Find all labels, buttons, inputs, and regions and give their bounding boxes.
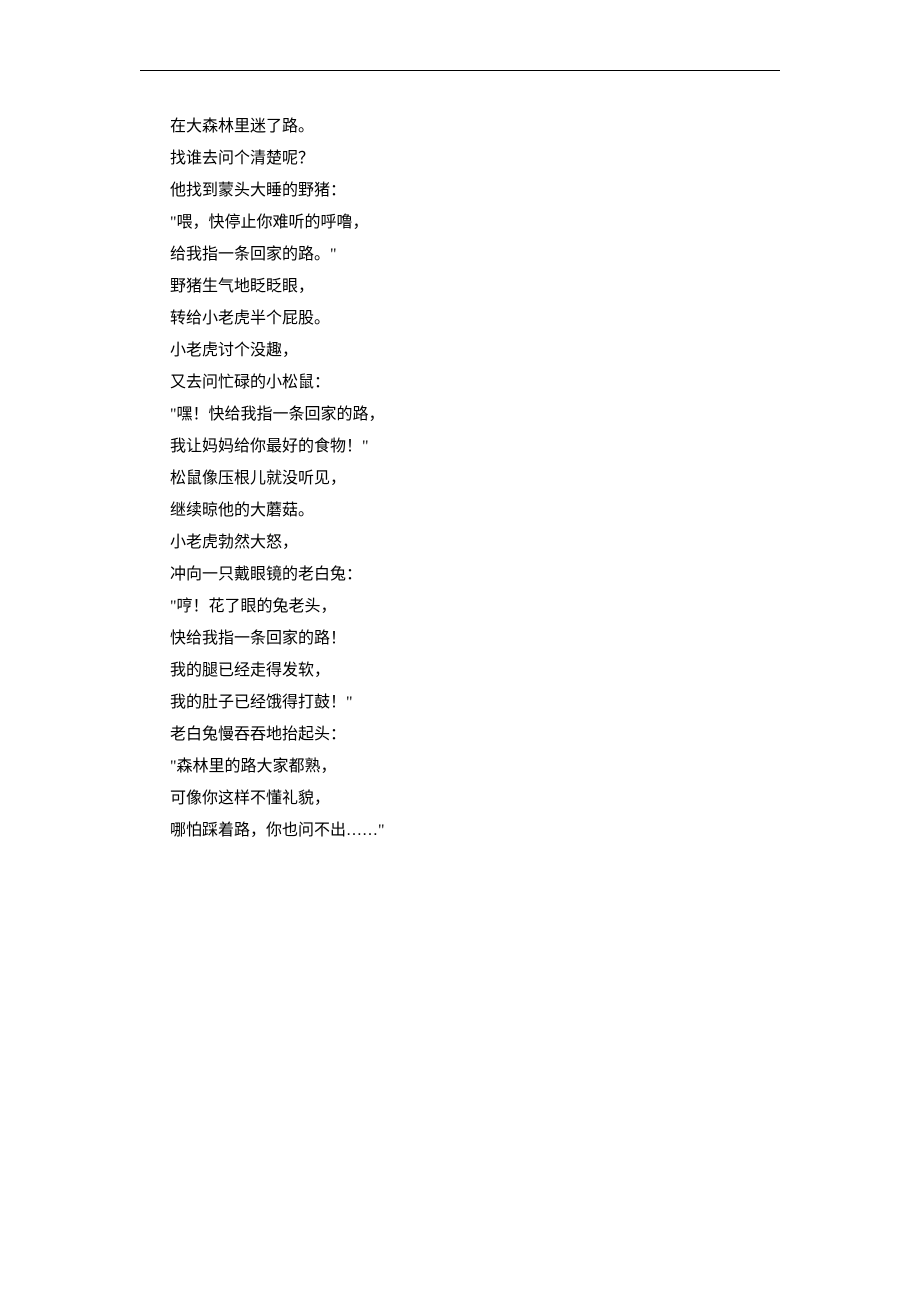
poem-line: 小老虎讨个没趣， (170, 335, 780, 367)
poem-line: 找谁去问个清楚呢？ (170, 143, 780, 175)
poem-line: 我的肚子已经饿得打鼓！" (170, 687, 780, 719)
poem-line: "森林里的路大家都熟， (170, 751, 780, 783)
header-divider (140, 70, 780, 71)
poem-line: 冲向一只戴眼镜的老白兔： (170, 559, 780, 591)
poem-line: 转给小老虎半个屁股。 (170, 303, 780, 335)
poem-line: "嘿！快给我指一条回家的路， (170, 399, 780, 431)
poem-line: 小老虎勃然大怒， (170, 527, 780, 559)
poem-line: 又去问忙碌的小松鼠： (170, 367, 780, 399)
poem-line: 在大森林里迷了路。 (170, 111, 780, 143)
poem-line: 我让妈妈给你最好的食物！" (170, 431, 780, 463)
poem-line: "哼！花了眼的兔老头， (170, 591, 780, 623)
poem-line: 松鼠像压根儿就没听见， (170, 463, 780, 495)
poem-line: 快给我指一条回家的路！ (170, 623, 780, 655)
document-page: 在大森林里迷了路。 找谁去问个清楚呢？ 他找到蒙头大睡的野猪： "喂，快停止你难… (0, 0, 920, 847)
poem-line: 老白兔慢吞吞地抬起头： (170, 719, 780, 751)
poem-line: 哪怕踩着路，你也问不出……" (170, 815, 780, 847)
poem-body: 在大森林里迷了路。 找谁去问个清楚呢？ 他找到蒙头大睡的野猪： "喂，快停止你难… (140, 111, 780, 847)
poem-line: 他找到蒙头大睡的野猪： (170, 175, 780, 207)
poem-line: 继续晾他的大蘑菇。 (170, 495, 780, 527)
poem-line: 给我指一条回家的路。" (170, 239, 780, 271)
poem-line: 可像你这样不懂礼貌， (170, 783, 780, 815)
poem-line: 我的腿已经走得发软， (170, 655, 780, 687)
poem-line: "喂，快停止你难听的呼噜， (170, 207, 780, 239)
poem-line: 野猪生气地眨眨眼， (170, 271, 780, 303)
